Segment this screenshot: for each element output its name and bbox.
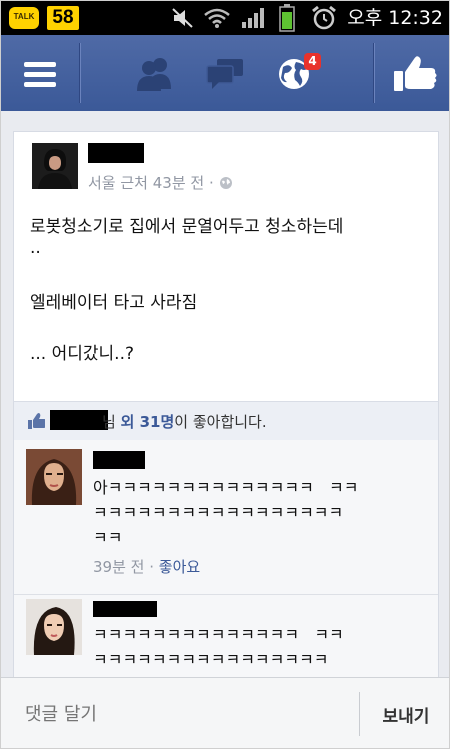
- likes-suffix: 님: [102, 413, 121, 431]
- post-text-line: 로봇청소기로 집에서 문열어두고 청소하는데: [30, 217, 344, 237]
- commenter-avatar[interactable]: [26, 449, 82, 505]
- send-button[interactable]: 보내기: [361, 678, 449, 748]
- news-feed-content: 서울 근처 43분 전 · 로봇청소기로 집에서 문열어두고 청소하는데 .. …: [1, 111, 449, 677]
- notifications-globe-icon: [279, 59, 309, 89]
- commenter-photo: [26, 449, 82, 505]
- comment-meta: 39분 전 · 좋아요: [93, 556, 200, 577]
- globe-privacy-icon: [219, 177, 232, 189]
- menu-icon: [24, 62, 56, 87]
- signal-icon: [242, 8, 264, 28]
- redacted-liker-name: [50, 410, 108, 430]
- alarm-icon: [312, 5, 336, 30]
- notifications-count-badge: 4: [304, 53, 321, 70]
- like-thumb-icon: [394, 56, 437, 91]
- friend-requests-button[interactable]: [121, 35, 191, 111]
- notifications-button[interactable]: [263, 35, 333, 111]
- comment-time: 39분 전: [93, 558, 145, 576]
- friend-requests-icon: [137, 58, 171, 91]
- wifi-icon: [204, 8, 230, 28]
- like-small-icon: [28, 413, 45, 429]
- notification-count-badge: 58: [47, 6, 79, 30]
- messages-button[interactable]: [191, 35, 261, 111]
- compose-separator: [359, 692, 360, 736]
- post-text-line: 엘레베이터 타고 사라짐: [30, 293, 198, 313]
- comments-list: 아ㅋㅋㅋㅋㅋㅋㅋㅋㅋㅋㅋㅋㅋㅋ ㅋㅋ ㅋㅋㅋㅋㅋㅋㅋㅋㅋㅋㅋㅋㅋㅋㅋㅋㅋ ㅋㅋ …: [13, 440, 439, 677]
- comment-dot: ·: [144, 558, 159, 576]
- like-button[interactable]: [374, 35, 449, 111]
- comment-compose-bar: 보내기: [1, 677, 449, 748]
- comment-text: 아ㅋㅋㅋㅋㅋㅋㅋㅋㅋㅋㅋㅋㅋㅋ ㅋㅋ ㅋㅋㅋㅋㅋㅋㅋㅋㅋㅋㅋㅋㅋㅋㅋㅋㅋ ㅋㅋ: [93, 478, 359, 547]
- mute-icon: [172, 8, 193, 28]
- likes-text: 님 외 31명이 좋아합니다.: [102, 411, 267, 432]
- clock: 오후 12:32: [347, 7, 443, 29]
- comment-like-link[interactable]: 좋아요: [159, 558, 200, 576]
- redacted-commenter-name: [93, 451, 145, 469]
- post-time-location: 서울 근처 43분 전 ·: [88, 174, 219, 192]
- likes-others-link[interactable]: 외 31명: [121, 413, 175, 431]
- battery-icon: [279, 4, 295, 32]
- redacted-commenter-name: [93, 601, 157, 617]
- status-bar: TALK 58 오후 12:32: [1, 1, 449, 35]
- messages-icon: [206, 59, 243, 89]
- post-text-line: ... 어디갔니..?: [30, 344, 135, 364]
- likes-tail: 이 좋아합니다.: [174, 413, 267, 431]
- phone-screen: TALK 58 오후 12:32 4 서울 근처 43분 전 · 로봇청소기로 …: [0, 0, 450, 749]
- nav-separator: [79, 43, 80, 103]
- author-avatar[interactable]: [32, 143, 78, 189]
- post-text-line: ..: [30, 238, 41, 258]
- author-photo: [32, 143, 78, 189]
- redacted-author-name: [88, 143, 144, 163]
- facebook-nav-bar: 4: [1, 35, 449, 112]
- menu-button[interactable]: [1, 35, 79, 111]
- kakaotalk-icon: TALK: [9, 7, 39, 29]
- post-card: 서울 근처 43분 전 · 로봇청소기로 집에서 문열어두고 청소하는데 .. …: [13, 131, 439, 402]
- post-meta: 서울 근처 43분 전 ·: [88, 172, 233, 193]
- commenter-photo: [26, 599, 82, 655]
- likes-summary[interactable]: 님 외 31명이 좋아합니다.: [13, 401, 439, 441]
- comment-divider: [14, 594, 438, 595]
- comment-text: ㅋㅋㅋㅋㅋㅋㅋㅋㅋㅋㅋㅋㅋㅋ ㅋㅋ ㅋㅋㅋㅋㅋㅋㅋㅋㅋㅋㅋㅋㅋㅋㅋㅋ: [93, 625, 344, 669]
- comment-input[interactable]: [1, 678, 358, 748]
- commenter-avatar[interactable]: [26, 599, 82, 655]
